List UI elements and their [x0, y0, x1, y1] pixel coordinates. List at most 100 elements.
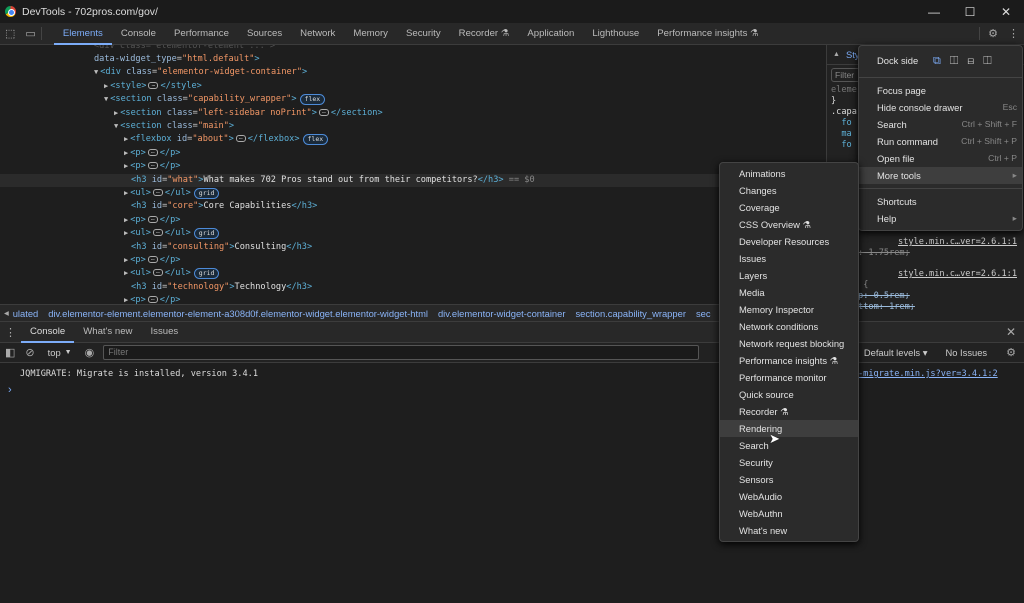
breadcrumb-item[interactable]: div.elementor-element.elementor-element-…: [48, 308, 428, 319]
dock-right-icon[interactable]: ◫: [983, 55, 1000, 67]
minimize-button[interactable]: —: [916, 0, 952, 23]
maximize-button[interactable]: ☐: [952, 0, 988, 23]
dom-node[interactable]: ▶ <p>… </p>: [124, 160, 180, 173]
drawer-tab-issues[interactable]: Issues: [142, 321, 188, 343]
menu-item-focus-page[interactable]: Focus page: [859, 82, 1022, 99]
tab-performance-insights[interactable]: Performance insights ⚗: [648, 23, 767, 45]
more-tools-item-sensors[interactable]: Sensors: [720, 471, 858, 488]
shortcut-hint: Esc: [1002, 102, 1017, 112]
more-tools-item-animations[interactable]: Animations: [720, 165, 858, 182]
breadcrumb-item[interactable]: sec: [696, 308, 711, 319]
breadcrumb-item[interactable]: div.elementor-widget-container: [438, 308, 566, 319]
tab-application[interactable]: Application: [518, 23, 583, 45]
more-tools-item-rendering[interactable]: Rendering: [720, 420, 858, 437]
scroll-up-icon[interactable]: ▲: [833, 51, 840, 58]
drawer-tab-console[interactable]: Console: [21, 321, 75, 343]
breadcrumb: ◂ ulated div.elementor-element.elementor-…: [0, 304, 826, 321]
more-tools-item-media[interactable]: Media: [720, 284, 858, 301]
inspect-element-icon[interactable]: ⬚: [0, 27, 20, 40]
dom-node[interactable]: ▶ <style>… </style>: [104, 80, 202, 93]
drawer-tab-whats-new[interactable]: What's new: [74, 321, 141, 343]
dom-node[interactable]: <h3 id="consulting">Consulting</h3>: [131, 241, 312, 254]
tab-memory[interactable]: Memory: [344, 23, 397, 45]
dom-node[interactable]: ▼ <div class="elementor-widget-container"…: [94, 66, 307, 79]
menu-item-shortcuts[interactable]: Shortcuts: [859, 193, 1022, 210]
more-tools-item-css-overview[interactable]: CSS Overview ⚗: [720, 216, 858, 233]
dom-node[interactable]: ▼ <section class="capability_wrapper"> fle…: [104, 93, 326, 106]
context-select[interactable]: top: [48, 347, 61, 358]
more-tools-item-webauthn[interactable]: WebAuthn: [720, 505, 858, 522]
console-filter-input[interactable]: Filter: [103, 345, 700, 360]
tab-performance[interactable]: Performance: [165, 23, 238, 45]
close-window-button[interactable]: ✕: [988, 0, 1024, 23]
more-tools-item-coverage[interactable]: Coverage: [720, 199, 858, 216]
console-prompt[interactable]: ›: [8, 384, 12, 396]
more-tools-item-search[interactable]: Search: [720, 437, 858, 454]
console-settings-gear-icon[interactable]: ⚙: [1001, 346, 1024, 359]
more-tools-item-issues[interactable]: Issues: [720, 250, 858, 267]
dom-node[interactable]: ▶ <ul>… </ul> grid: [124, 187, 220, 200]
console-message-source-link[interactable]: -migrate.min.js?ver=3.4.1:2: [858, 369, 998, 379]
more-tools-item-changes[interactable]: Changes: [720, 182, 858, 199]
more-tools-item-webaudio[interactable]: WebAudio: [720, 488, 858, 505]
menu-divider: [859, 188, 1022, 189]
shortcut-hint: Ctrl + Shift + F: [961, 119, 1017, 129]
clear-console-icon[interactable]: ⊘: [20, 346, 39, 359]
issues-button[interactable]: No Issues: [945, 347, 987, 358]
menu-item-more-tools[interactable]: More tools ▸: [859, 167, 1022, 184]
dom-node[interactable]: ▶ <p>… </p>: [124, 214, 180, 227]
dom-node[interactable]: ▶ <section class="left-sidebar noPrint">……: [114, 107, 383, 120]
menu-item-run-command[interactable]: Run command Ctrl + Shift + P: [859, 133, 1022, 150]
more-tools-item-performance-insights[interactable]: Performance insights ⚗: [720, 352, 858, 369]
more-tools-item-what-s-new[interactable]: What's new: [720, 522, 858, 539]
more-tools-item-quick-source[interactable]: Quick source: [720, 386, 858, 403]
menu-item-help[interactable]: Help ▸: [859, 210, 1022, 227]
more-tools-item-network-request-blocking[interactable]: Network request blocking: [720, 335, 858, 352]
more-tools-item-memory-inspector[interactable]: Memory Inspector: [720, 301, 858, 318]
dom-node[interactable]: ▶ <p>… </p>: [124, 254, 180, 267]
tab-security[interactable]: Security: [397, 23, 450, 45]
tab-recorder[interactable]: Recorder ⚗: [450, 23, 519, 45]
dom-node[interactable]: ▶ <p>… </p>: [124, 147, 180, 160]
live-expression-eye-icon[interactable]: ◉: [80, 346, 100, 359]
dom-node[interactable]: ▶ <ul>… </ul> grid: [124, 267, 220, 280]
menu-item-hide-console-drawer[interactable]: Hide console drawer Esc: [859, 99, 1022, 116]
tab-elements[interactable]: Elements: [53, 23, 112, 45]
tab-lighthouse[interactable]: Lighthouse: [583, 23, 648, 45]
close-drawer-icon[interactable]: ✕: [1001, 325, 1024, 339]
scroll-left-icon[interactable]: ◂: [4, 307, 9, 319]
tab-network[interactable]: Network: [291, 23, 344, 45]
dock-side-row: Dock side ⧉◫⊟◫: [859, 49, 1022, 73]
drawer-menu-icon[interactable]: ⋮: [0, 326, 21, 339]
dom-node[interactable]: <h3 id="core">Core Capabilities</h3>: [131, 200, 317, 213]
menu-item-open-file[interactable]: Open file Ctrl + P: [859, 150, 1022, 167]
more-tools-item-security[interactable]: Security: [720, 454, 858, 471]
more-options-icon[interactable]: ⋮: [1003, 27, 1024, 40]
more-tools-item-layers[interactable]: Layers: [720, 267, 858, 284]
dom-node[interactable]: ▶ <flexbox id="about">… </flexbox> flex: [124, 133, 329, 146]
dock-left-icon[interactable]: ◫: [950, 55, 967, 67]
more-tools-item-network-conditions[interactable]: Network conditions: [720, 318, 858, 335]
tab-console[interactable]: Console: [112, 23, 165, 45]
dom-node[interactable]: data-widget_type="html.default">: [94, 53, 260, 66]
menu-divider: [859, 77, 1022, 78]
device-toolbar-icon[interactable]: ▭: [20, 27, 42, 40]
more-tools-item-performance-monitor[interactable]: Performance monitor: [720, 369, 858, 386]
dock-undock-icon[interactable]: ⧉: [933, 55, 950, 67]
settings-gear-icon[interactable]: ⚙: [979, 27, 1003, 40]
tab-sources[interactable]: Sources: [238, 23, 291, 45]
breadcrumb-item[interactable]: ulated: [13, 308, 39, 319]
menu-item-search[interactable]: Search Ctrl + Shift + F: [859, 116, 1022, 133]
dom-node[interactable]: ▼ <section class="main">: [114, 120, 234, 133]
breadcrumb-item[interactable]: section.capability_wrapper: [575, 308, 685, 319]
sidebar-toggle-icon[interactable]: ◧: [0, 346, 20, 359]
dock-bottom-icon[interactable]: ⊟: [967, 55, 983, 67]
dom-node[interactable]: ▶ <p>… </p>: [124, 294, 180, 304]
log-levels-select[interactable]: Default levels ▾: [864, 347, 928, 359]
selected-dom-node[interactable]: <h3 id="what">What makes 702 Pros stand …: [0, 173, 720, 187]
more-tools-item-recorder[interactable]: Recorder ⚗: [720, 403, 858, 420]
dom-node[interactable]: ▶ <ul>… </ul> grid: [124, 227, 220, 240]
dom-node[interactable]: <h3 id="technology">Technology</h3>: [131, 281, 312, 294]
window-title: DevTools - 702pros.com/gov/: [22, 5, 158, 18]
more-tools-item-developer-resources[interactable]: Developer Resources: [720, 233, 858, 250]
